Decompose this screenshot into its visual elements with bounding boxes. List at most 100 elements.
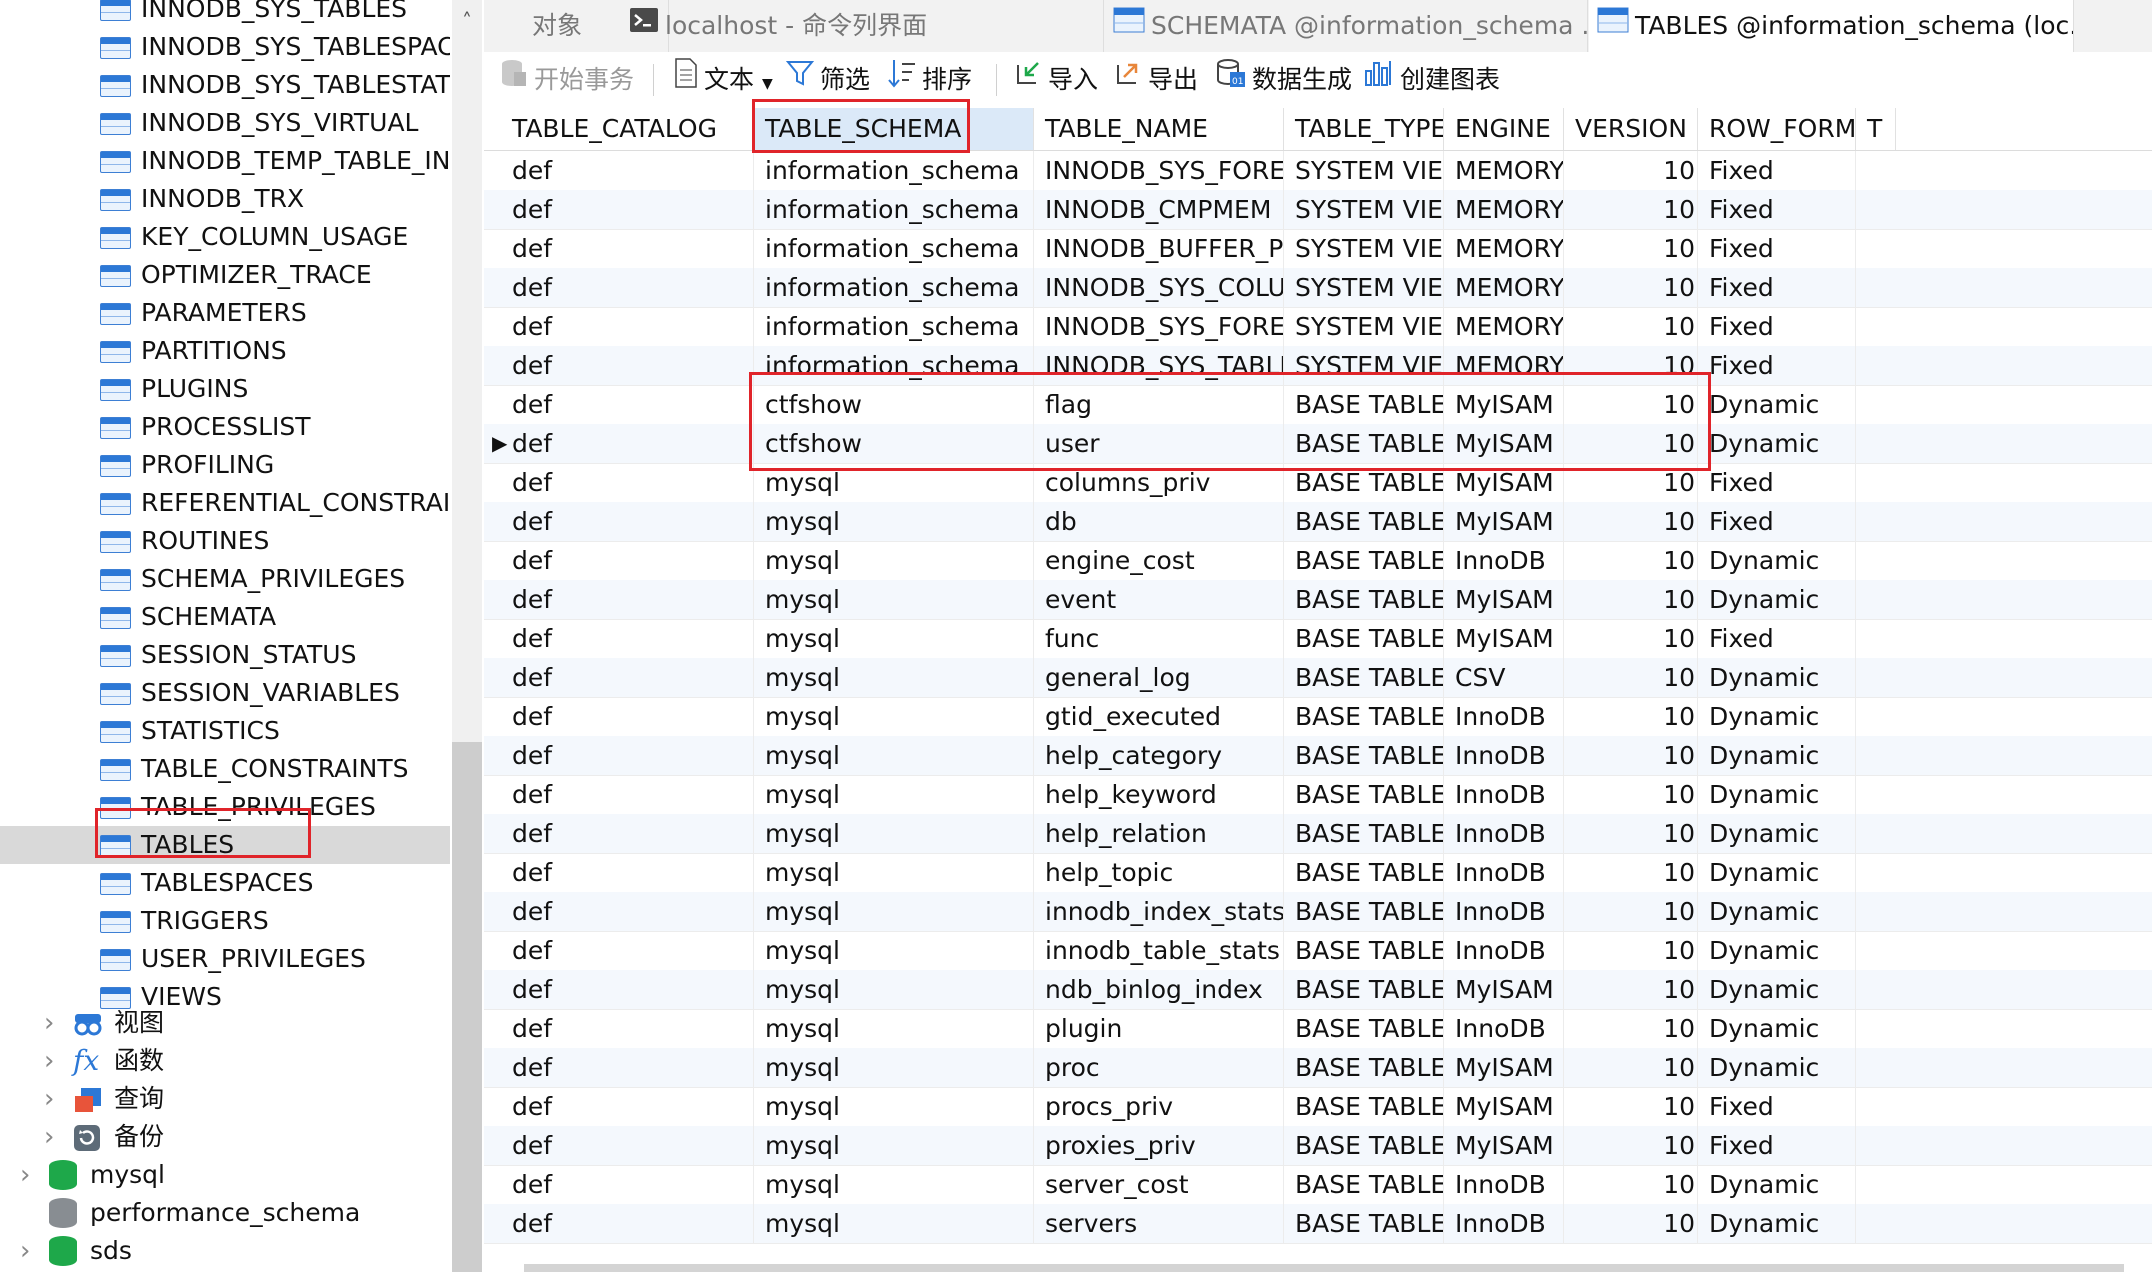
grid-cell[interactable]: BASE TABLE [1284,580,1444,619]
tree-table-item[interactable]: INNODB_SYS_TABLES [0,0,450,28]
grid-cell[interactable]: Dynamic [1698,1204,1856,1243]
tree-table-item[interactable]: INNODB_SYS_TABLESPACE [0,28,450,66]
grid-cell[interactable]: 10 [1564,1204,1698,1243]
grid-cell[interactable]: plugin [1034,1009,1284,1048]
tree-table-item[interactable]: REFERENTIAL_CONSTRAIN [0,484,450,522]
grid-cell[interactable]: Fixed [1698,229,1856,268]
tree-db-mysql[interactable]: › mysql [0,1156,450,1194]
grid-cell[interactable]: MEMORY [1444,229,1564,268]
grid-cell[interactable]: BASE TABLE [1284,619,1444,658]
grid-cell[interactable]: InnoDB [1444,931,1564,970]
grid-cell[interactable]: Dynamic [1698,424,1856,463]
tree-table-item[interactable]: PROFILING [0,446,450,484]
grid-cell[interactable]: MEMORY [1444,190,1564,229]
tree-table-item[interactable]: SCHEMA_PRIVILEGES [0,560,450,598]
grid-cell[interactable]: Dynamic [1698,970,1856,1009]
grid-cell[interactable]: def [484,1048,754,1087]
grid-cell[interactable]: servers [1034,1204,1284,1243]
table-row[interactable]: def mysql help_keyword BASE TABLE InnoDB 10 Dy… [484,775,2152,815]
table-row[interactable]: def mysql proxies_priv BASE TABLE MyISAM 10 Fi… [484,1126,2152,1166]
grid-cell[interactable]: BASE TABLE [1284,697,1444,736]
grid-cell[interactable]: help_keyword [1034,775,1284,814]
tree-table-item[interactable]: SESSION_VARIABLES [0,674,450,712]
grid-cell[interactable]: BASE TABLE [1284,1009,1444,1048]
grid-cell[interactable]: 10 [1564,463,1698,502]
text-view-button[interactable]: 文本 ▼ [674,58,773,100]
grid-cell[interactable]: proxies_priv [1034,1126,1284,1165]
grid-cell[interactable]: BASE TABLE [1284,1126,1444,1165]
tree-table-item[interactable]: OPTIMIZER_TRACE [0,256,450,294]
column-header[interactable]: ENGINE [1444,108,1564,150]
grid-cell[interactable]: Fixed [1698,619,1856,658]
table-row[interactable]: def ctfshow flag BASE TABLE MyISAM 10 Dynamic [484,385,2152,425]
grid-cell[interactable]: mysql [754,541,1034,580]
grid-cell[interactable]: InnoDB [1444,736,1564,775]
tree-db-sds[interactable]: › sds [0,1232,450,1270]
grid-cell[interactable]: MyISAM [1444,1048,1564,1087]
table-row[interactable]: def mysql servers BASE TABLE InnoDB 10 Dynamic [484,1204,2152,1244]
grid-cell[interactable]: general_log [1034,658,1284,697]
grid-cell[interactable]: def [484,463,754,502]
table-row[interactable]: def mysql event BASE TABLE MyISAM 10 Dynamic [484,580,2152,620]
grid-cell[interactable]: InnoDB [1444,814,1564,853]
grid-cell[interactable]: user [1034,424,1284,463]
grid-cell[interactable]: information_schema [754,190,1034,229]
grid-cell[interactable]: help_category [1034,736,1284,775]
grid-cell[interactable]: Fixed [1698,463,1856,502]
table-row[interactable]: def mysql db BASE TABLE MyISAM 10 Fixed [484,502,2152,542]
grid-cell[interactable]: BASE TABLE [1284,814,1444,853]
grid-cell[interactable]: InnoDB [1444,1165,1564,1204]
column-header[interactable]: TABLE_NAME [1034,108,1284,150]
grid-cell[interactable]: def [484,1087,754,1126]
grid-cell[interactable]: MEMORY [1444,151,1564,190]
grid-cell[interactable]: Fixed [1698,502,1856,541]
grid-cell[interactable]: InnoDB [1444,853,1564,892]
tree-table-item[interactable]: TABLE_CONSTRAINTS [0,750,450,788]
grid-cell[interactable]: CSV [1444,658,1564,697]
grid-cell[interactable]: ctfshow [754,424,1034,463]
grid-cell[interactable]: InnoDB [1444,1204,1564,1243]
grid-cell[interactable]: INNODB_SYS_FOREIGN_COLS [1034,151,1284,190]
grid-cell[interactable]: flag [1034,385,1284,424]
tree-group-views[interactable]: › 视图 [0,1004,450,1042]
grid-cell[interactable]: MyISAM [1444,385,1564,424]
tree-table-item[interactable]: USER_PRIVILEGES [0,940,450,978]
grid-cell[interactable]: def [484,619,754,658]
grid-cell[interactable]: BASE TABLE [1284,853,1444,892]
tab-schemata[interactable]: SCHEMATA @information_schema ... [1105,0,1588,52]
grid-cell[interactable]: Dynamic [1698,1165,1856,1204]
table-row[interactable]: def mysql func BASE TABLE MyISAM 10 Fixed [484,619,2152,659]
tree-table-item[interactable]: PROCESSLIST [0,408,450,446]
table-row[interactable]: def mysql innodb_table_stats BASE TABLE Inno… [484,931,2152,971]
grid-cell[interactable]: mysql [754,814,1034,853]
grid-cell[interactable]: ndb_binlog_index [1034,970,1284,1009]
grid-cell[interactable]: 10 [1564,1165,1698,1204]
grid-cell[interactable]: BASE TABLE [1284,463,1444,502]
tree-table-item[interactable]: SESSION_STATUS [0,636,450,674]
grid-cell[interactable]: Dynamic [1698,580,1856,619]
grid-cell[interactable]: SYSTEM VIEW [1284,307,1444,346]
tree-table-item[interactable]: INNODB_SYS_TABLESTATS [0,66,450,104]
grid-cell[interactable]: Fixed [1698,190,1856,229]
grid-cell[interactable]: BASE TABLE [1284,424,1444,463]
tree-table-item[interactable]: TABLE_PRIVILEGES [0,788,450,826]
grid-cell[interactable]: MyISAM [1444,970,1564,1009]
tree-table-item[interactable]: SCHEMATA [0,598,450,636]
grid-cell[interactable]: information_schema [754,229,1034,268]
grid-cell[interactable]: def [484,229,754,268]
grid-cell[interactable]: 10 [1564,658,1698,697]
grid-cell[interactable]: Fixed [1698,1126,1856,1165]
grid-cell[interactable]: mysql [754,931,1034,970]
grid-cell[interactable]: 10 [1564,541,1698,580]
grid-cell[interactable]: INNODB_SYS_TABLESTATS [1034,346,1284,385]
grid-cell[interactable]: SYSTEM VIEW [1284,268,1444,307]
table-row[interactable]: definformation_schemaINNODB_SYS_TABLESTA… [484,346,2152,386]
tree-table-item[interactable]: INNODB_TRX [0,180,450,218]
grid-cell[interactable]: MEMORY [1444,268,1564,307]
chevron-right-icon[interactable]: › [44,1118,54,1156]
grid-cell[interactable]: BASE TABLE [1284,1048,1444,1087]
grid-cell[interactable]: def [484,424,754,463]
grid-cell[interactable]: Dynamic [1698,853,1856,892]
grid-cell[interactable]: INNODB_SYS_FOREIGN [1034,307,1284,346]
grid-cell[interactable]: Dynamic [1698,931,1856,970]
